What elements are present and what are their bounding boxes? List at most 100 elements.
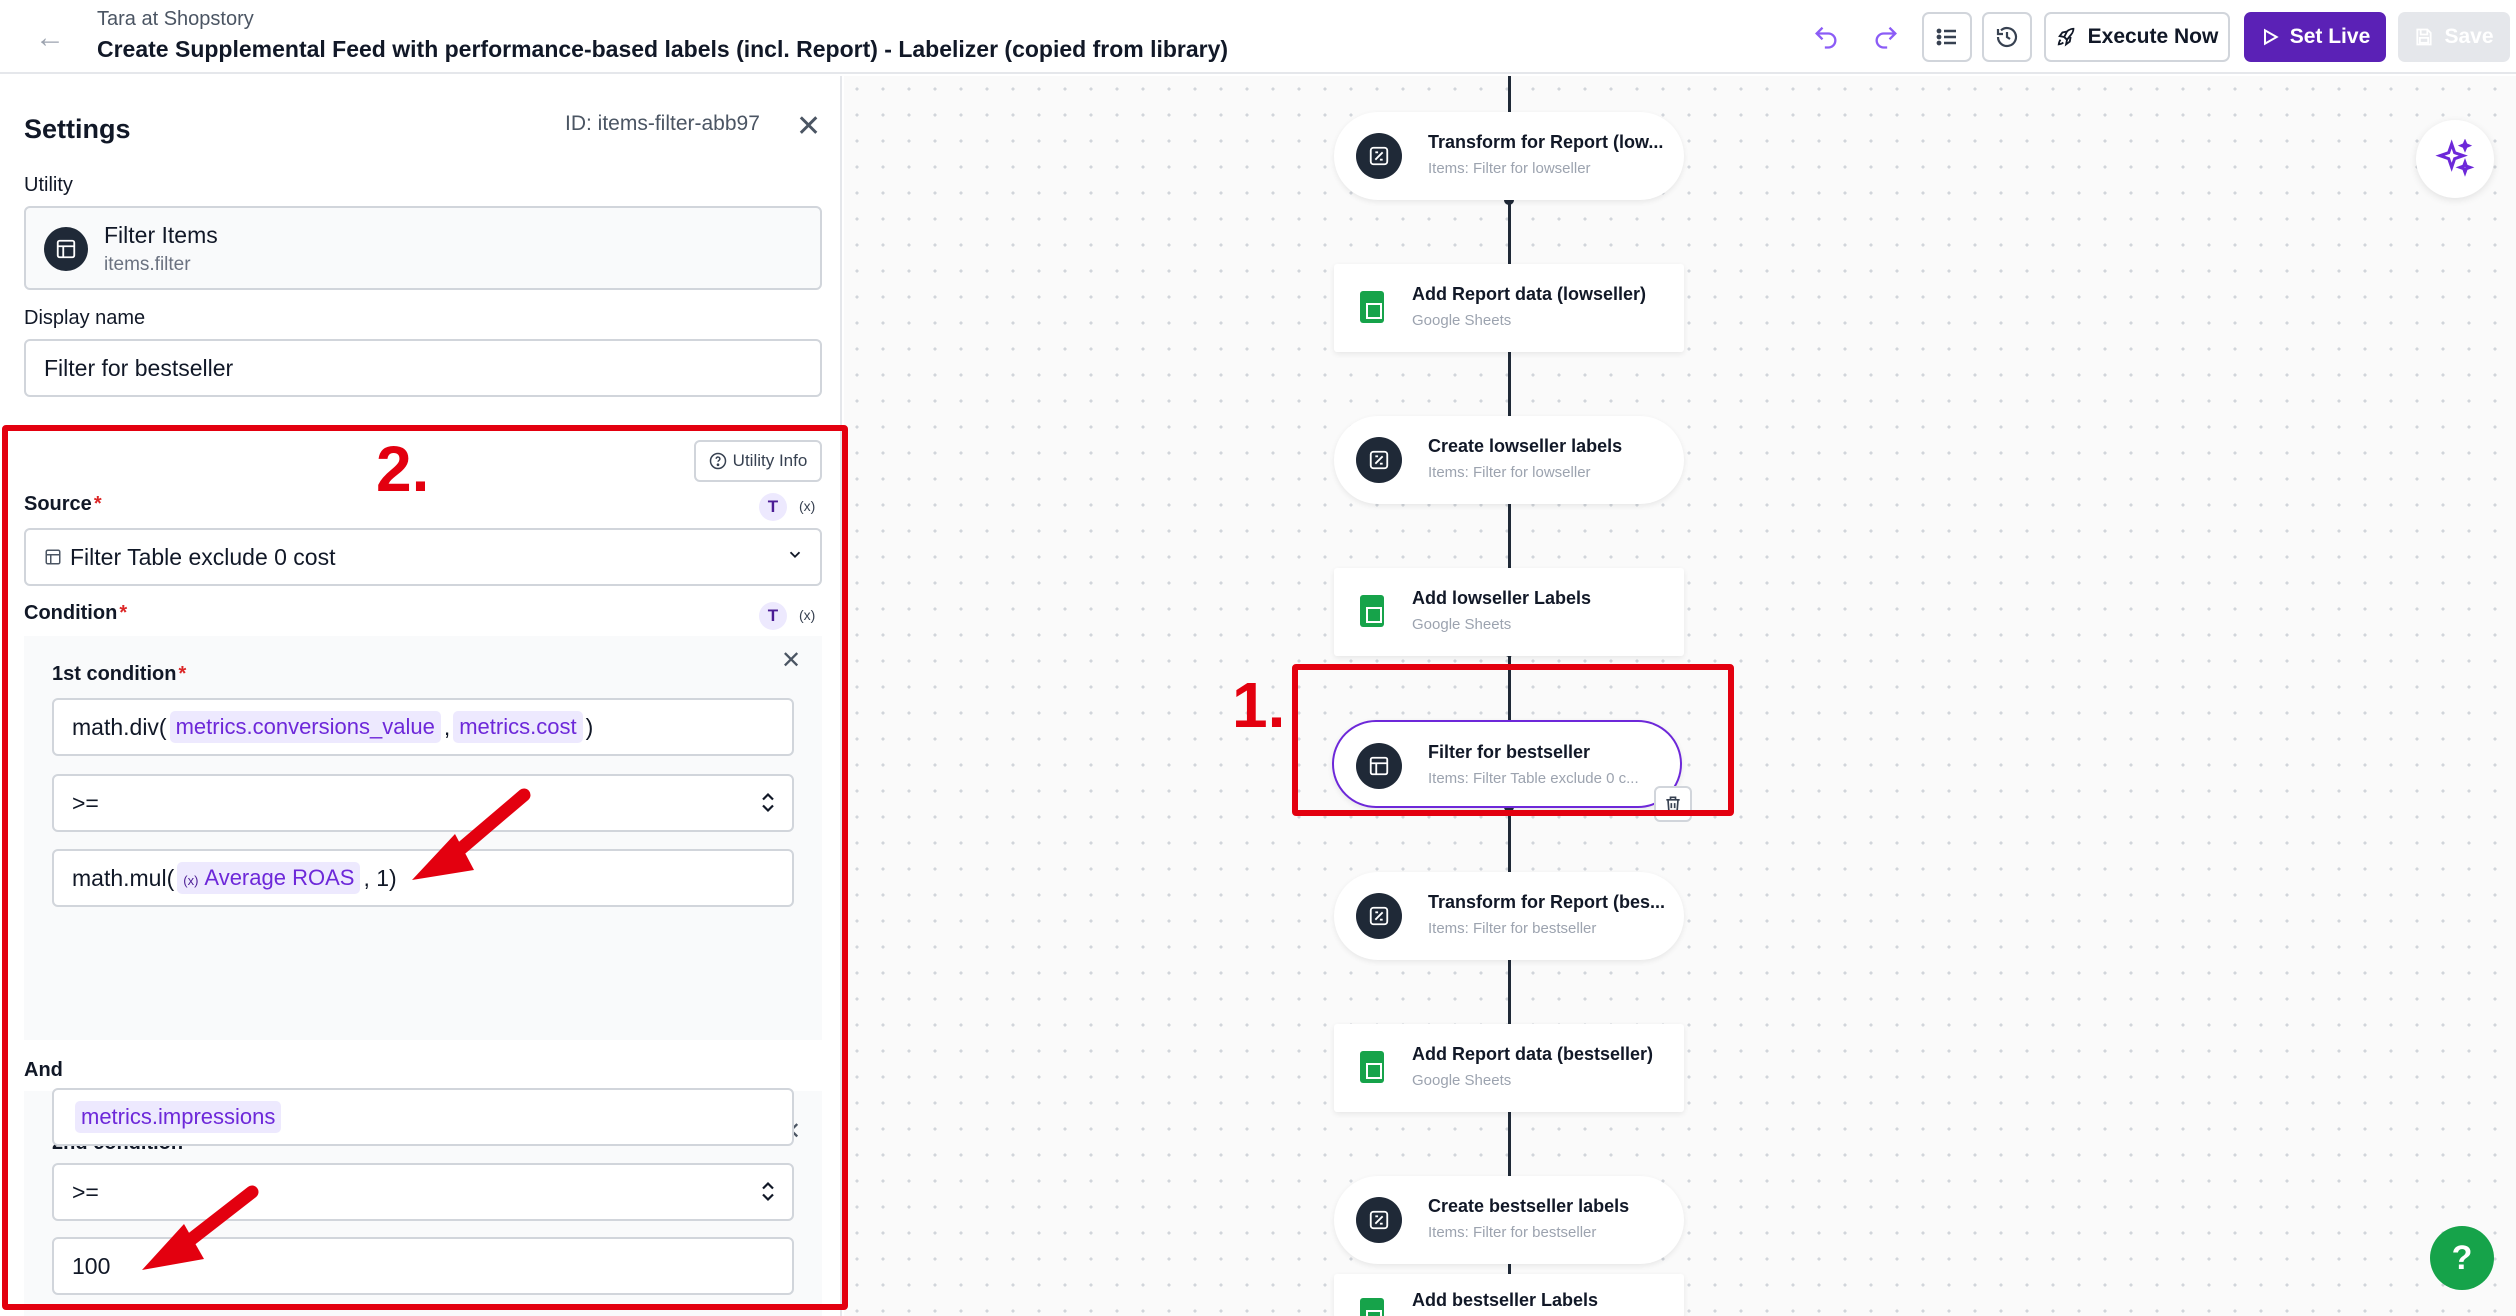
workspace-breadcrumb[interactable]: Tara at Shopstory <box>97 8 254 31</box>
node-subtitle: Items: Filter for bestseller <box>1428 920 1597 937</box>
annotation-label-1: 1. <box>1232 669 1286 741</box>
ai-assistant-button[interactable] <box>2416 120 2494 198</box>
delete-node-button[interactable] <box>1654 786 1692 822</box>
workflow-node[interactable]: Transform for Report (low... Items: Filt… <box>1334 112 1684 200</box>
utility-code: items.filter <box>104 254 191 275</box>
connector-line <box>1508 352 1511 416</box>
node-subtitle: Items: Filter for lowseller <box>1428 464 1591 481</box>
display-name-input[interactable]: Filter for bestseller <box>24 339 822 397</box>
text-mode-toggle[interactable]: T <box>759 602 787 630</box>
execute-now-label: Execute Now <box>2087 25 2219 48</box>
transform-icon <box>1356 437 1402 483</box>
transform-icon <box>1356 133 1402 179</box>
utility-label: Utility <box>24 174 73 196</box>
history-icon <box>1996 26 2018 48</box>
source-select[interactable]: Filter Table exclude 0 cost <box>24 528 822 586</box>
chevron-down-icon <box>786 546 804 569</box>
text-mode-toggle[interactable]: T <box>759 493 787 521</box>
connector-line <box>1508 200 1511 264</box>
execute-now-button[interactable]: Execute Now <box>2044 12 2230 62</box>
annotation-label-2: 2. <box>376 433 430 505</box>
node-title: Transform for Report (bes... <box>1428 892 1666 912</box>
condition-2-left-input[interactable]: metrics.impressions <box>52 1088 794 1146</box>
node-id: ID: items-filter-abb97 <box>565 112 760 135</box>
paren-text: ) <box>585 713 594 740</box>
workflow-node[interactable]: Add lowseller Labels Google Sheets <box>1334 568 1684 656</box>
node-title: Create bestseller labels <box>1428 1196 1630 1216</box>
workflow-canvas[interactable]: Transform for Report (low... Items: Filt… <box>844 76 2516 1316</box>
workflow-node[interactable]: Add Report data (bestseller) Google Shee… <box>1334 1024 1684 1112</box>
sparkle-icon <box>2435 139 2475 177</box>
history-button[interactable] <box>1982 12 2032 62</box>
function-text: math.div( <box>72 713 167 740</box>
node-subtitle: Items: Filter for lowseller <box>1428 160 1591 177</box>
condition-block-1: ✕ <box>24 636 822 1040</box>
google-sheets-icon <box>1360 291 1384 323</box>
connector-line <box>1508 808 1511 872</box>
condition-label: Condition * <box>24 602 128 624</box>
condition-1-operator-select[interactable]: >= <box>52 774 794 832</box>
list-view-button[interactable] <box>1922 12 1972 62</box>
undo-icon <box>1815 26 1837 49</box>
close-settings-icon[interactable]: ✕ <box>796 112 821 142</box>
node-title: Create lowseller labels <box>1428 436 1623 456</box>
rocket-icon <box>2057 27 2074 47</box>
variable-chip[interactable]: metrics.conversions_value <box>169 711 441 743</box>
workflow-node-selected[interactable]: Filter for bestseller Items: Filter Tabl… <box>1332 720 1682 808</box>
connector-line <box>1508 1112 1511 1176</box>
connector-line <box>1508 76 1511 112</box>
condition-1-right-input[interactable]: math.mul( (x) Average ROAS , 1) <box>52 849 794 907</box>
help-circle-icon <box>709 452 726 470</box>
remove-condition-icon[interactable]: ✕ <box>781 646 801 676</box>
condition-2-right-input[interactable]: 100 <box>52 1237 794 1295</box>
top-header: ← Tara at Shopstory Create Supplemental … <box>0 0 2516 74</box>
table-icon <box>44 227 88 271</box>
args-text: , 1) <box>363 864 397 891</box>
workflow-node[interactable]: Create lowseller labels Items: Filter fo… <box>1334 416 1684 504</box>
node-subtitle: Google Sheets <box>1412 1072 1512 1089</box>
node-subtitle: Items: Filter Table exclude 0 c... <box>1428 770 1639 787</box>
variable-chip[interactable]: metrics.impressions <box>75 1101 282 1133</box>
utility-card: Filter Items items.filter <box>24 206 822 290</box>
connector-line <box>1508 960 1511 1024</box>
condition-2-operator-select[interactable]: >= <box>52 1163 794 1221</box>
connector-line <box>1508 656 1511 720</box>
variable-mode-toggle[interactable]: (x) <box>799 607 815 623</box>
node-subtitle: Google Sheets <box>1412 616 1512 633</box>
separator-text: , <box>443 713 451 740</box>
variable-chip[interactable]: (x) Average ROAS <box>177 862 361 894</box>
back-arrow-icon[interactable]: ← <box>30 18 70 58</box>
node-subtitle: Google Sheets <box>1412 312 1512 329</box>
operator-value: >= <box>72 789 99 816</box>
node-title: Add Report data (bestseller) <box>1412 1044 1654 1064</box>
play-icon <box>2263 28 2279 46</box>
variable-name: Average ROAS <box>204 865 355 890</box>
variable-mode-toggle[interactable]: (x) <box>799 498 815 514</box>
undo-button[interactable] <box>1802 12 1850 62</box>
workflow-node[interactable]: Add bestseller Labels <box>1334 1274 1684 1316</box>
floppy-disk-icon <box>2416 28 2433 46</box>
node-title: Add lowseller Labels <box>1412 588 1592 608</box>
node-title: Filter for bestseller <box>1428 742 1591 762</box>
set-live-label: Set Live <box>2289 25 2371 48</box>
set-live-button[interactable]: Set Live <box>2244 12 2386 62</box>
workflow-node[interactable]: Transform for Report (bes... Items: Filt… <box>1334 872 1684 960</box>
workflow-node[interactable]: Add Report data (lowseller) Google Sheet… <box>1334 264 1684 352</box>
variable-chip[interactable]: metrics.cost <box>453 711 583 743</box>
help-button[interactable]: ? <box>2430 1226 2494 1290</box>
transform-icon <box>1356 1197 1402 1243</box>
utility-info-button[interactable]: Utility Info <box>694 440 822 482</box>
chevron-up-down-icon <box>760 1181 776 1204</box>
workflow-node[interactable]: Create bestseller labels Items: Filter f… <box>1334 1176 1684 1264</box>
condition-1-left-input[interactable]: math.div( metrics.conversions_value , me… <box>52 698 794 756</box>
trash-icon <box>1666 796 1680 812</box>
workflow-title: Create Supplemental Feed with performanc… <box>97 36 1229 62</box>
google-sheets-icon <box>1360 1051 1384 1083</box>
table-icon <box>45 549 61 565</box>
display-name-label: Display name <box>24 307 146 329</box>
save-button[interactable]: Save <box>2398 12 2510 62</box>
redo-button[interactable] <box>1862 12 1910 62</box>
settings-title: Settings <box>24 114 131 144</box>
condition-1-label: 1st condition * <box>52 663 187 685</box>
transform-icon <box>1356 893 1402 939</box>
